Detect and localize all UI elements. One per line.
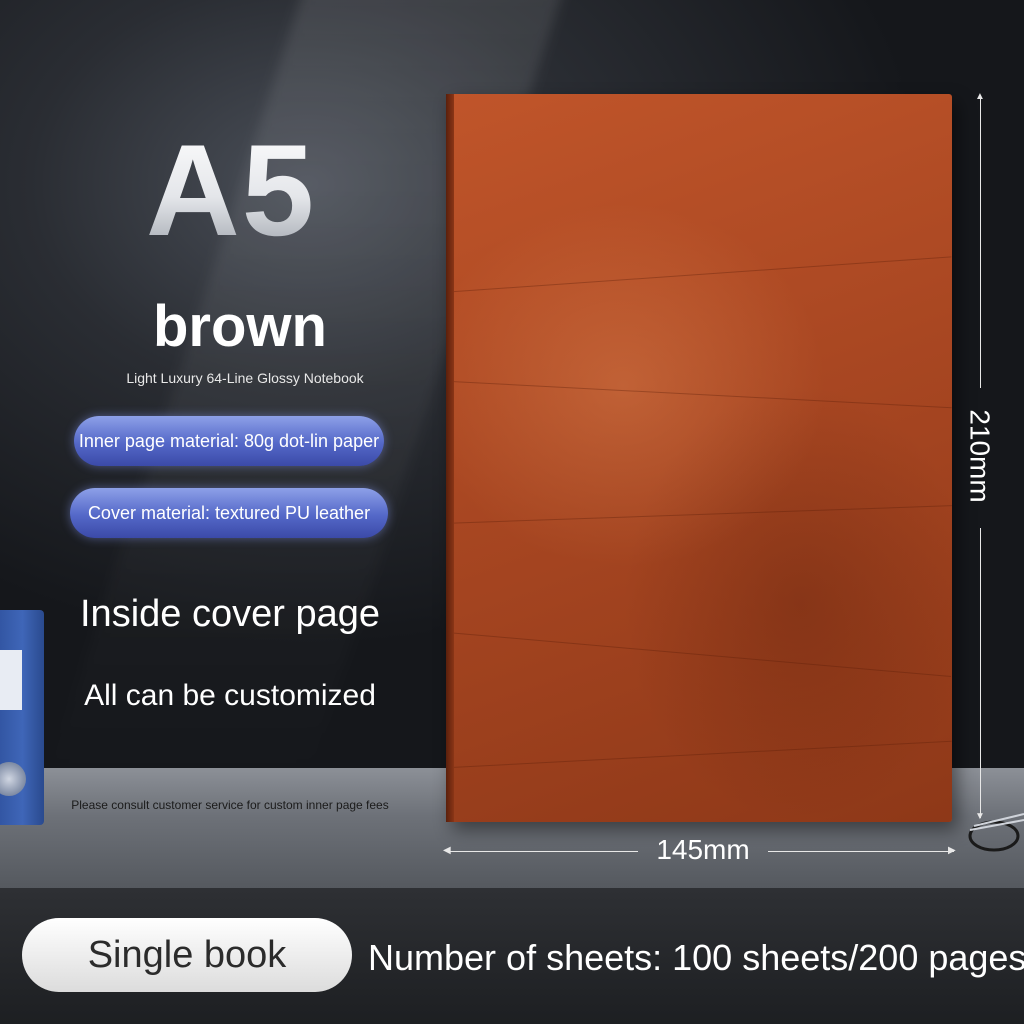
feature-pill-cover: Cover material: textured PU leather <box>70 488 388 538</box>
product-subtitle: Light Luxury 64-Line Glossy Notebook <box>126 370 364 386</box>
feature-label: Inner page material: 80g dot-lin paper <box>78 430 380 451</box>
height-dimension: 210mm <box>940 396 1020 516</box>
arrow-up-icon: ▲ <box>975 91 985 102</box>
glasses-icon <box>968 813 1024 852</box>
width-dimension-line <box>448 851 638 852</box>
size-title: A5 <box>118 120 344 260</box>
feature-label: Cover material: textured PU leather <box>87 502 371 523</box>
leather-texture <box>446 631 952 678</box>
height-dimension-line <box>980 98 981 388</box>
color-name: brown <box>153 294 327 359</box>
arrow-right-icon: ▶ <box>948 845 956 856</box>
height-label: 210mm <box>965 409 996 503</box>
customization-note: Please consult customer service for cust… <box>71 798 389 812</box>
feature-pill-inner-page: Inner page material: 80g dot-lin paper <box>74 416 384 466</box>
binder-label-icon <box>0 650 22 710</box>
leather-texture <box>446 256 952 293</box>
leather-texture <box>446 380 952 409</box>
notebook-spine <box>446 94 454 822</box>
leather-texture <box>446 740 952 769</box>
arrow-left-icon: ◀ <box>443 845 451 856</box>
width-dimension-line <box>768 851 954 852</box>
width-label: 145mm <box>656 834 750 865</box>
sheets-info: Number of sheets: 100 sheets/200 pages <box>368 937 1024 978</box>
customization-headline: Inside cover page <box>80 593 380 635</box>
height-dimension-line <box>980 528 981 818</box>
option-label: Single book <box>87 933 287 976</box>
leather-texture <box>446 505 952 524</box>
single-book-option[interactable]: Single book <box>22 918 352 992</box>
notebook-cover <box>446 94 952 822</box>
customization-subline: All can be customized <box>84 679 376 712</box>
